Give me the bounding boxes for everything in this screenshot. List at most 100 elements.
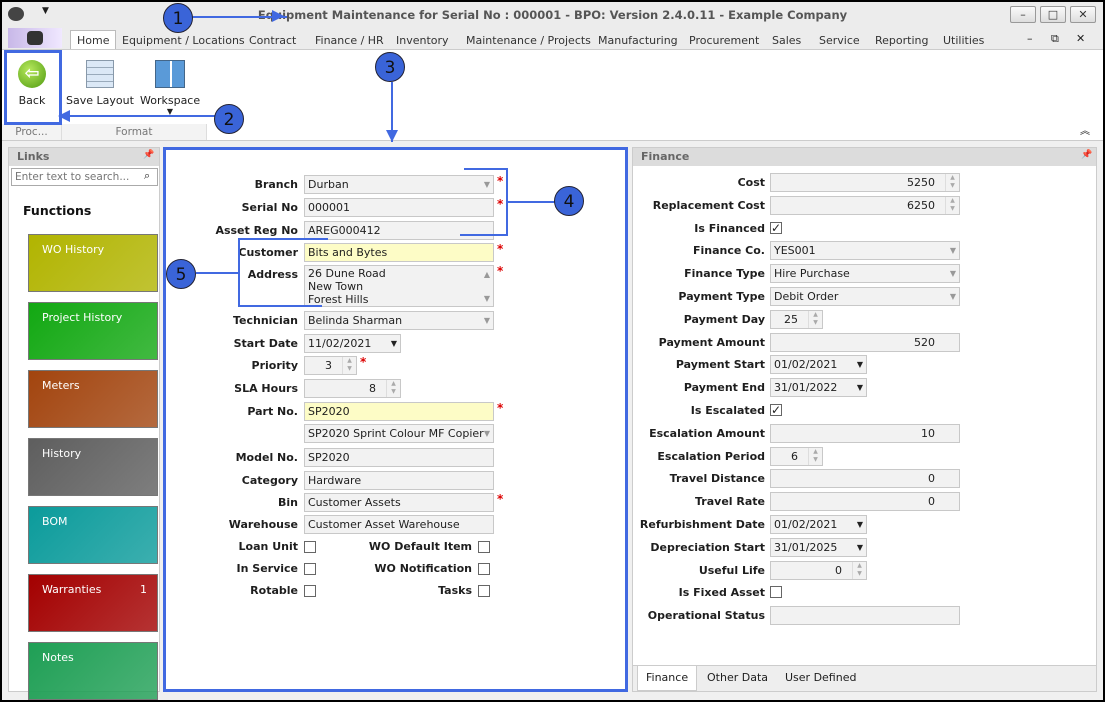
bin-field[interactable]: Customer Assets — [304, 493, 494, 512]
is-escalated-field[interactable]: ✓ — [770, 404, 782, 416]
tab-sales[interactable]: Sales — [772, 32, 801, 50]
serial-no-field[interactable]: 000001 — [304, 198, 494, 217]
tile-bom[interactable]: BOM — [28, 506, 158, 564]
tab-service[interactable]: Service — [819, 32, 860, 50]
spinner-icon[interactable]: ▲ ▼ — [852, 562, 866, 579]
travel-distance-field[interactable]: 0 — [770, 469, 960, 488]
field-value: YES001 — [774, 244, 816, 257]
save-layout-button[interactable]: Save Layout — [66, 54, 134, 107]
links-search-input[interactable] — [11, 168, 158, 186]
tile-project-history[interactable]: Project History — [28, 302, 158, 360]
category-field[interactable]: Hardware — [304, 471, 494, 490]
warehouse-field[interactable]: Customer Asset Warehouse — [304, 515, 494, 534]
dropdown-arrow-icon[interactable]: ▼ — [950, 288, 956, 305]
spinner-icon[interactable]: ▲ ▼ — [945, 174, 959, 191]
tab-procurement[interactable]: Procurement — [689, 32, 759, 50]
technician-field[interactable]: Belinda Sharman ▼ — [304, 311, 494, 330]
address-field[interactable]: 26 Dune Road New Town Forest Hills ▲ ▼ — [304, 265, 494, 307]
tab-maintenance-projects[interactable]: Maintenance / Projects — [466, 32, 591, 50]
tile-notes[interactable]: Notes — [28, 642, 158, 700]
is-fixed-asset-field[interactable] — [770, 586, 782, 598]
tile-history[interactable]: History — [28, 438, 158, 496]
in-service-checkbox[interactable] — [304, 563, 316, 575]
is-financed-field[interactable]: ✓ — [770, 222, 782, 234]
wo-notification-checkbox[interactable] — [478, 563, 490, 575]
cost-field[interactable]: 5250 ▲ ▼ — [770, 173, 960, 192]
tab-user-defined[interactable]: User Defined — [777, 666, 864, 691]
refurbishment-date-field[interactable]: 01/02/2021 ▼ — [770, 515, 867, 534]
useful-life-field[interactable]: 0 ▲ ▼ — [770, 561, 867, 580]
scroll-down-icon[interactable]: ▼ — [484, 292, 490, 305]
dropdown-arrow-icon[interactable]: ▼ — [484, 176, 490, 193]
tab-reporting[interactable]: Reporting — [875, 32, 928, 50]
tab-inventory[interactable]: Inventory — [396, 32, 449, 50]
tab-home[interactable]: Home — [70, 30, 117, 51]
spinner-icon[interactable]: ▲ ▼ — [342, 357, 356, 374]
tab-utilities[interactable]: Utilities — [943, 32, 984, 50]
travel-rate-field[interactable]: 0 — [770, 492, 960, 511]
payment-start-field[interactable]: 01/02/2021 ▼ — [770, 355, 867, 374]
customer-field[interactable]: Bits and Bytes — [304, 243, 494, 262]
minimize-button[interactable]: – — [1010, 6, 1036, 23]
dropdown-arrow-icon[interactable]: ▼ — [391, 335, 397, 352]
payment-type-field[interactable]: Debit Order ▼ — [770, 287, 960, 306]
escalation-amount-field[interactable]: 10 — [770, 424, 960, 443]
dropdown-arrow-icon[interactable]: ▼ — [950, 265, 956, 282]
tasks-checkbox[interactable] — [478, 585, 490, 597]
collapse-ribbon-icon[interactable]: ︽ — [1080, 122, 1090, 137]
app-icon[interactable] — [8, 7, 24, 21]
tab-finance[interactable]: Finance — [637, 666, 698, 691]
tile-wo-history[interactable]: WO History — [28, 234, 158, 292]
tab-manufacturing[interactable]: Manufacturing — [598, 32, 678, 50]
tab-other-data[interactable]: Other Data — [699, 666, 776, 691]
replacement-cost-field[interactable]: 6250 ▲ ▼ — [770, 196, 960, 215]
dropdown-arrow-icon[interactable]: ▼ — [484, 425, 490, 442]
ribbon-restore-icon[interactable]: ⧉ — [1051, 32, 1059, 46]
dropdown-arrow-icon[interactable]: ▼ — [857, 356, 863, 373]
priority-field[interactable]: 3 ▲ ▼ — [304, 356, 357, 375]
branch-field[interactable]: Durban ▼ — [304, 175, 494, 194]
dropdown-arrow-icon[interactable]: ▼ — [484, 312, 490, 329]
app-menu-button[interactable] — [8, 28, 62, 48]
part-no-field[interactable]: SP2020 — [304, 402, 494, 421]
part-description-field[interactable]: SP2020 Sprint Colour MF Copier ▼ — [304, 424, 494, 443]
tile-meters[interactable]: Meters — [28, 370, 158, 428]
spinner-icon[interactable]: ▲ ▼ — [808, 311, 822, 328]
wo-default-item-checkbox[interactable] — [478, 541, 490, 553]
pin-icon[interactable]: 📌 — [143, 150, 154, 160]
depreciation-start-field[interactable]: 31/01/2025 ▼ — [770, 538, 867, 557]
model-no-field[interactable]: SP2020 — [304, 448, 494, 467]
payment-end-field[interactable]: 31/01/2022 ▼ — [770, 378, 867, 397]
ribbon-minimize-icon[interactable]: – — [1027, 32, 1033, 45]
spinner-icon[interactable]: ▲ ▼ — [808, 448, 822, 465]
maximize-button[interactable]: □ — [1040, 6, 1066, 23]
spinner-icon[interactable]: ▲ ▼ — [945, 197, 959, 214]
dropdown-arrow-icon[interactable]: ▼ — [857, 539, 863, 556]
finance-co-field[interactable]: YES001 ▼ — [770, 241, 960, 260]
quick-access-dropdown-icon[interactable]: ▼ — [42, 6, 49, 16]
payment-day-field[interactable]: 25 ▲ ▼ — [770, 310, 823, 329]
pin-icon[interactable]: 📌 — [1081, 150, 1092, 160]
operational-status-field[interactable] — [770, 606, 960, 625]
escalation-period-field[interactable]: 6 ▲ ▼ — [770, 447, 823, 466]
start-date-field[interactable]: 11/02/2021 ▼ — [304, 334, 401, 353]
rotable-checkbox[interactable] — [304, 585, 316, 597]
tile-warranties[interactable]: Warranties 1 — [28, 574, 158, 632]
close-button[interactable]: ✕ — [1070, 6, 1096, 23]
scroll-up-icon[interactable]: ▲ — [484, 268, 490, 281]
sla-hours-field[interactable]: 8 ▲ ▼ — [304, 379, 401, 398]
dropdown-arrow-icon[interactable]: ▼ — [857, 379, 863, 396]
tab-equipment-locations[interactable]: Equipment / Locations — [122, 32, 245, 50]
loan-unit-checkbox[interactable] — [304, 541, 316, 553]
asset-reg-no-field[interactable]: AREG000412 — [304, 221, 494, 240]
tab-contract[interactable]: Contract — [249, 32, 296, 50]
search-icon[interactable]: ⌕ — [144, 169, 150, 183]
dropdown-arrow-icon[interactable]: ▼ — [950, 242, 956, 259]
ribbon-close-icon[interactable]: ✕ — [1076, 32, 1085, 45]
tab-finance-hr[interactable]: Finance / HR — [315, 32, 384, 50]
payment-amount-field[interactable]: 520 — [770, 333, 960, 352]
dropdown-arrow-icon[interactable]: ▼ — [857, 516, 863, 533]
spinner-icon[interactable]: ▲ ▼ — [386, 380, 400, 397]
finance-type-field[interactable]: Hire Purchase ▼ — [770, 264, 960, 283]
workspace-button[interactable]: Workspace ▼ — [140, 54, 200, 116]
